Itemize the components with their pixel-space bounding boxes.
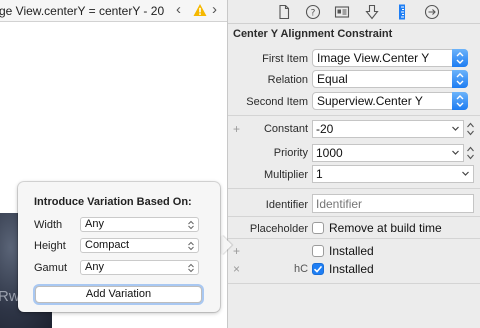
height-label: Height	[34, 240, 66, 252]
select-arrows-icon	[188, 220, 194, 230]
multiplier-value: 1	[316, 167, 323, 181]
installed-label[interactable]: Installed	[329, 244, 374, 258]
priority-label: Priority	[273, 147, 308, 159]
priority-value: 1000	[316, 146, 343, 160]
help-icon[interactable]: ?	[305, 4, 321, 20]
height-select[interactable]: Compact	[80, 238, 199, 253]
gamut-select[interactable]: Any	[80, 260, 199, 275]
identifier-label: Identifier	[265, 199, 308, 211]
gamut-label: Gamut	[34, 262, 68, 274]
connections-icon[interactable]	[424, 4, 440, 20]
priority-stepper[interactable]	[466, 144, 475, 162]
constant-stepper[interactable]	[466, 120, 475, 138]
remove-variation-icon[interactable]: ×	[233, 262, 240, 276]
separator	[228, 188, 480, 189]
relation-value: Equal	[317, 72, 348, 86]
separator	[228, 238, 480, 239]
multiplier-field[interactable]: 1	[312, 165, 474, 183]
file-icon[interactable]	[276, 4, 292, 20]
popup-arrows-icon	[452, 49, 468, 67]
popup-arrows-icon	[452, 92, 468, 110]
popup-arrows-icon	[452, 70, 468, 88]
placeholder-checkbox[interactable]	[312, 222, 324, 234]
add-variation-plus-icon[interactable]: +	[233, 122, 240, 136]
identity-icon[interactable]	[334, 4, 350, 20]
jump-bar: ge View.centerY = centerY - 20 ‹ ›	[0, 0, 228, 22]
popover-title: Introduce Variation Based On:	[34, 196, 192, 208]
height-value: Compact	[85, 239, 130, 251]
separator	[228, 283, 480, 284]
chevron-down-icon[interactable]	[461, 169, 470, 178]
first-item-label: First Item	[262, 53, 308, 65]
constant-field[interactable]: -20	[312, 120, 464, 138]
chevron-down-icon[interactable]	[451, 124, 460, 133]
select-arrows-icon	[188, 241, 194, 251]
add-installed-variation-icon[interactable]: +	[233, 244, 240, 258]
size-icon[interactable]	[394, 4, 410, 20]
separator	[228, 115, 480, 116]
multiplier-label: Multiplier	[263, 169, 308, 181]
chevron-down-icon[interactable]	[451, 148, 460, 157]
priority-field[interactable]: 1000	[312, 144, 464, 162]
warning-icon[interactable]	[193, 3, 207, 17]
variation-popover: Introduce Variation Based On: Width Any …	[18, 182, 220, 312]
checkmark-icon	[313, 265, 323, 273]
relation-popup[interactable]: Equal	[312, 70, 468, 88]
installed-checkbox[interactable]	[312, 245, 324, 257]
first-item-popup[interactable]: Image View.Center Y	[312, 49, 468, 67]
inspector-panel: ? Center Y Alignment Constraint First It…	[228, 0, 480, 328]
size-class-label: hC	[294, 263, 309, 275]
placeholder-checkbox-label[interactable]: Remove at build time	[329, 221, 442, 235]
inspector-tabs: ?	[228, 0, 480, 24]
forward-arrow-icon[interactable]: ›	[212, 2, 217, 18]
gamut-value: Any	[85, 261, 104, 273]
separator	[228, 216, 480, 217]
constant-value: -20	[316, 122, 334, 136]
width-value: Any	[85, 218, 104, 230]
installed-hc-checkbox[interactable]	[312, 263, 324, 275]
section-title: Center Y Alignment Constraint	[233, 28, 393, 40]
back-arrow-icon[interactable]: ‹	[176, 2, 181, 18]
svg-text:?: ?	[311, 9, 316, 19]
second-item-popup[interactable]: Superview.Center Y	[312, 92, 468, 110]
second-item-label: Second Item	[246, 96, 308, 108]
constraint-path[interactable]: ge View.centerY = centerY - 20	[0, 4, 164, 18]
add-variation-button[interactable]: Add Variation	[35, 286, 202, 303]
first-item-value: Image View.Center Y	[317, 51, 430, 65]
image-view-text: Rw	[0, 288, 20, 305]
width-label: Width	[34, 219, 63, 231]
attributes-icon[interactable]	[364, 4, 380, 20]
constant-label: Constant	[263, 123, 308, 135]
second-item-value: Superview.Center Y	[317, 94, 423, 108]
identifier-field[interactable]	[312, 194, 474, 213]
select-arrows-icon	[188, 263, 194, 273]
relation-label: Relation	[267, 74, 308, 86]
installed-hc-label[interactable]: Installed	[329, 262, 374, 276]
placeholder-label: Placeholder	[249, 223, 308, 235]
width-select[interactable]: Any	[80, 217, 199, 232]
